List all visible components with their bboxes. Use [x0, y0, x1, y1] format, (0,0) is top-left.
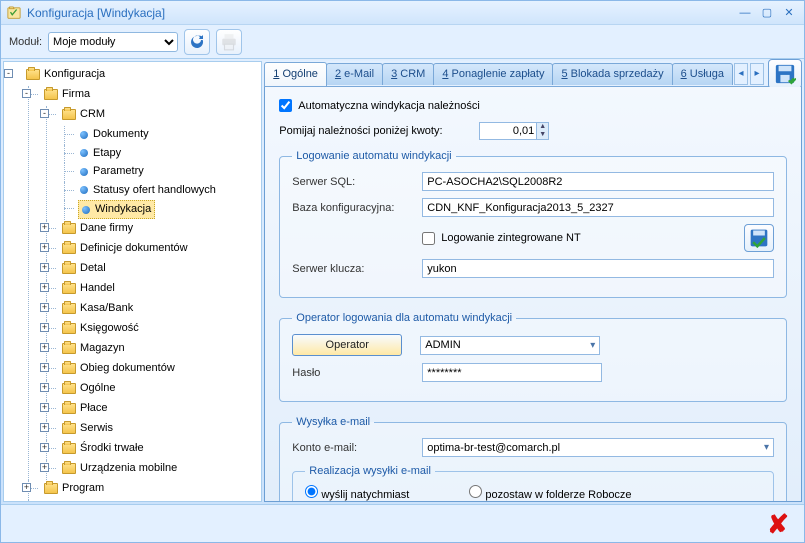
- email-account-select[interactable]: optima-br-test@comarch.pl: [422, 438, 774, 457]
- toggle-root[interactable]: -: [4, 69, 13, 78]
- tab-scroll-right[interactable]: ▸: [750, 63, 764, 85]
- node-place[interactable]: Płace: [60, 400, 110, 417]
- module-select[interactable]: Moje moduły: [48, 32, 178, 52]
- node-serwis[interactable]: Serwis: [60, 420, 115, 437]
- node-ksiegowosc[interactable]: Księgowość: [60, 320, 141, 337]
- test-connection-button[interactable]: [744, 224, 774, 252]
- toggle-obieg[interactable]: +: [40, 363, 49, 372]
- password-input[interactable]: ********: [422, 363, 602, 382]
- node-srodki[interactable]: Środki trwałe: [60, 440, 146, 457]
- node-dokumenty[interactable]: Dokumenty: [78, 126, 151, 143]
- password-label: Hasło: [292, 367, 422, 379]
- minimize-button[interactable]: —: [736, 6, 754, 20]
- window: Konfiguracja [Windykacja] — ▢ ✕ Moduł: M…: [0, 0, 805, 543]
- db-input[interactable]: CDN_KNF_Konfiguracja2013_5_2327: [422, 198, 774, 217]
- node-parametry[interactable]: Parametry: [78, 163, 146, 180]
- tab-usluga[interactable]: 6 Usługa: [672, 63, 733, 85]
- node-stanowisko[interactable]: Stanowisko: [42, 500, 120, 503]
- footer: ✘: [1, 504, 804, 542]
- tab-email[interactable]: 2 e-Mail: [326, 63, 383, 85]
- spin-up[interactable]: ▲: [536, 123, 548, 131]
- tab-ogolne[interactable]: 1 Ogólne: [264, 62, 327, 86]
- email-account-label: Konto e-mail:: [292, 442, 422, 454]
- close-button[interactable]: ✕: [780, 6, 798, 20]
- window-title: Konfiguracja [Windykacja]: [27, 6, 732, 20]
- body: - Konfiguracja - Firma - CRM Do: [1, 59, 804, 504]
- radio-leave-draft[interactable]: pozostaw w folderze Robocze: [469, 485, 631, 501]
- group-email-realizacja-legend: Realizacja wysyłki e-mail: [305, 465, 435, 477]
- key-server-label: Serwer klucza:: [292, 263, 422, 275]
- toggle-dane[interactable]: +: [40, 223, 49, 232]
- sql-server-input[interactable]: PC-ASOCHA2\SQL2008R2: [422, 172, 774, 191]
- skip-amount-label: Pomijaj należności poniżej kwoty:: [279, 125, 479, 137]
- db-label: Baza konfiguracyjna:: [292, 202, 422, 214]
- node-etapy[interactable]: Etapy: [78, 145, 123, 162]
- tab-scroll-left[interactable]: ◂: [734, 63, 748, 85]
- refresh-icon[interactable]: [184, 29, 210, 55]
- node-urzadzenia[interactable]: Urządzenia mobilne: [60, 460, 179, 477]
- auto-windykacja-label: Automatyczna windykacja należności: [298, 100, 480, 112]
- tab-content: Automatyczna windykacja należności Pomij…: [264, 87, 802, 502]
- toggle-handel[interactable]: +: [40, 283, 49, 292]
- tab-ponaglenie[interactable]: 4 Ponaglenie zapłaty: [433, 63, 553, 85]
- toggle-ksieg[interactable]: +: [40, 323, 49, 332]
- group-email-legend: Wysyłka e-mail: [292, 416, 374, 428]
- node-definicje[interactable]: Definicje dokumentów: [60, 240, 190, 257]
- node-windykacja[interactable]: Windykacja: [78, 200, 155, 219]
- operator-select[interactable]: ADMIN: [420, 336, 600, 355]
- tab-crm[interactable]: 3 CRM: [382, 63, 434, 85]
- titlebar: Konfiguracja [Windykacja] — ▢ ✕: [1, 1, 804, 25]
- app-icon: [7, 6, 21, 20]
- toggle-kasa[interactable]: +: [40, 303, 49, 312]
- group-operator: Operator logowania dla automatu windykac…: [279, 312, 787, 402]
- module-label: Moduł:: [9, 36, 42, 48]
- tab-bar: 1 Ogólne 2 e-Mail 3 CRM 4 Ponaglenie zap…: [264, 61, 802, 87]
- node-kasa[interactable]: Kasa/Bank: [60, 300, 135, 317]
- node-obieg[interactable]: Obieg dokumentów: [60, 360, 177, 377]
- config-tree[interactable]: - Konfiguracja - Firma - CRM Do: [3, 61, 262, 502]
- radio-send-now[interactable]: wyślij natychmiast: [305, 485, 409, 501]
- node-ogolne[interactable]: Ogólne: [60, 380, 117, 397]
- node-statusy[interactable]: Statusy ofert handlowych: [78, 182, 218, 199]
- group-email-realizacja: Realizacja wysyłki e-mail wyślij natychm…: [292, 465, 774, 502]
- node-magazyn[interactable]: Magazyn: [60, 340, 127, 357]
- node-handel[interactable]: Handel: [60, 280, 117, 297]
- tab-blokada[interactable]: 5 Blokada sprzedaży: [552, 63, 672, 85]
- node-konfiguracja[interactable]: Konfiguracja: [24, 66, 107, 83]
- toggle-ogol[interactable]: +: [40, 383, 49, 392]
- save-button[interactable]: [768, 59, 802, 89]
- group-operator-legend: Operator logowania dla automatu windykac…: [292, 312, 516, 324]
- print-icon: [216, 29, 242, 55]
- key-server-input[interactable]: yukon: [422, 259, 774, 278]
- module-toolbar: Moduł: Moje moduły: [1, 25, 804, 59]
- toggle-mag[interactable]: +: [40, 343, 49, 352]
- toggle-program[interactable]: +: [22, 483, 31, 492]
- node-firma[interactable]: Firma: [42, 86, 92, 103]
- toggle-serwis[interactable]: +: [40, 423, 49, 432]
- operator-button[interactable]: Operator: [292, 334, 402, 356]
- group-logowanie-legend: Logowanie automatu windykacji: [292, 150, 455, 162]
- toggle-crm[interactable]: -: [40, 109, 49, 118]
- close-icon: ✘: [767, 511, 789, 537]
- nt-login-checkbox[interactable]: [422, 232, 435, 245]
- spin-down[interactable]: ▼: [536, 131, 548, 139]
- toggle-defdok[interactable]: +: [40, 243, 49, 252]
- right-pane: 1 Ogólne 2 e-Mail 3 CRM 4 Ponaglenie zap…: [264, 61, 802, 502]
- node-detal[interactable]: Detal: [60, 260, 108, 277]
- nt-login-label: Logowanie zintegrowane NT: [441, 232, 580, 244]
- auto-windykacja-checkbox[interactable]: [279, 99, 292, 112]
- group-email: Wysyłka e-mail Konto e-mail: optima-br-t…: [279, 416, 787, 502]
- node-dane-firmy[interactable]: Dane firmy: [60, 220, 135, 237]
- sql-server-label: Serwer SQL:: [292, 176, 422, 188]
- cancel-button[interactable]: ✘: [762, 509, 794, 539]
- toggle-urz[interactable]: +: [40, 463, 49, 472]
- node-program[interactable]: Program: [42, 480, 106, 497]
- toggle-detal[interactable]: +: [40, 263, 49, 272]
- toggle-srodki[interactable]: +: [40, 443, 49, 452]
- toggle-firma[interactable]: -: [22, 89, 31, 98]
- group-logowanie: Logowanie automatu windykacji Serwer SQL…: [279, 150, 787, 298]
- toggle-place[interactable]: +: [40, 403, 49, 412]
- node-crm[interactable]: CRM: [60, 106, 107, 123]
- maximize-button[interactable]: ▢: [758, 6, 776, 20]
